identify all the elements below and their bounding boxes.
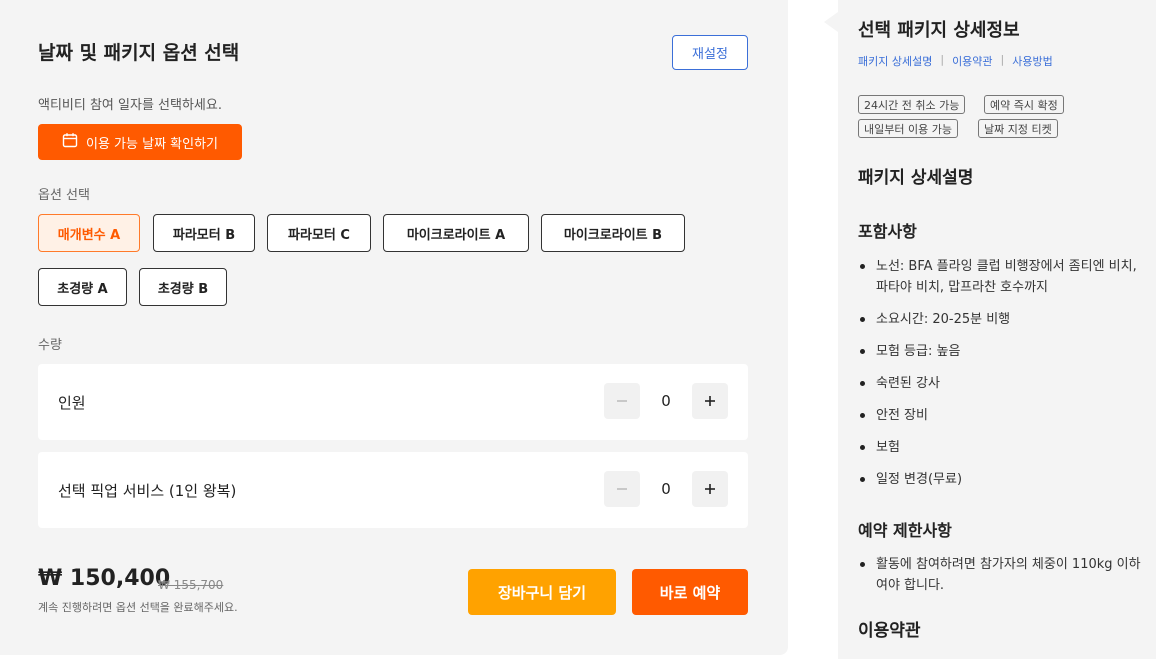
restrictions-list: 활동에 참여하려면 참가자의 체중이 110kg 이하여야 합니다. [858, 554, 1143, 596]
date-hint: 액티비티 참여 일자를 선택하세요. [38, 98, 222, 113]
link-terms[interactable]: 이용약관 [952, 53, 992, 69]
quantity-section-label: 수량 [38, 338, 62, 353]
terms-heading: 이용약관 [858, 621, 921, 641]
feature-tag: 24시간 전 취소 가능 [858, 95, 966, 114]
detail-links: 패키지 상세설명 | 이용약관 | 사용방법 [858, 53, 1053, 69]
package-heading: 패키지 상세설명 [858, 168, 974, 188]
link-separator: | [1000, 53, 1005, 66]
detail-panel: 선택 패키지 상세정보 패키지 상세설명 | 이용약관 | 사용방법 24시간 … [838, 0, 1156, 659]
panel-notch [824, 12, 838, 32]
plus-icon [705, 484, 715, 494]
option-button[interactable]: 파라모터 B [153, 214, 255, 252]
option-section-label: 옵션 선택 [38, 188, 90, 203]
option-button[interactable]: 매개변수 A [38, 214, 140, 252]
list-item: 숙련된 강사 [858, 373, 1143, 394]
price-note: 계속 진행하려면 옵션 선택을 완료해주세요. [38, 601, 238, 614]
list-item: 보험 [858, 437, 1143, 458]
feature-tag: 날짜 지정 티켓 [978, 119, 1058, 138]
list-item: 일정 변경(무료) [858, 469, 1143, 490]
check-dates-label: 이용 가능 날짜 확인하기 [86, 136, 218, 152]
decrement-button[interactable] [604, 471, 640, 507]
book-now-button[interactable]: 바로 예약 [632, 569, 748, 615]
includes-list: 노선: BFA 플라잉 클럽 비행장에서 좀티엔 비치, 파타야 비치, 맙프라… [858, 256, 1143, 490]
decrement-button[interactable] [604, 383, 640, 419]
quantity-value: 0 [661, 480, 671, 498]
quantity-value: 0 [661, 392, 671, 410]
minus-icon [617, 400, 627, 402]
link-usage[interactable]: 사용방법 [1012, 53, 1052, 69]
increment-button[interactable] [692, 471, 728, 507]
add-to-cart-button[interactable]: 장바구니 담기 [468, 569, 616, 615]
quantity-label: 선택 픽업 서비스 (1인 왕복) [58, 482, 237, 500]
total-price: ₩ 150,400 [38, 566, 171, 591]
booking-panel: 날짜 및 패키지 옵션 선택 재설정 액티비티 참여 일자를 선택하세요. 이용… [0, 0, 788, 655]
quantity-row-people: 인원 0 [38, 364, 748, 440]
option-button[interactable]: 초경량 A [38, 268, 127, 306]
reset-button[interactable]: 재설정 [672, 35, 748, 70]
list-item: 소요시간: 20-25분 비행 [858, 309, 1143, 330]
check-dates-button[interactable]: 이용 가능 날짜 확인하기 [38, 124, 242, 160]
original-price: ₩ 155,700 [158, 578, 224, 592]
list-item: 활동에 참여하려면 참가자의 체중이 110kg 이하여야 합니다. [858, 554, 1143, 596]
option-button[interactable]: 마이크로라이트 A [383, 214, 529, 252]
option-button[interactable]: 파라모터 C [267, 214, 371, 252]
increment-button[interactable] [692, 383, 728, 419]
detail-title: 선택 패키지 상세정보 [858, 20, 1020, 41]
feature-tag: 예약 즉시 확정 [984, 95, 1064, 114]
minus-icon [617, 488, 627, 490]
calendar-icon [62, 132, 78, 152]
list-item: 모험 등급: 높음 [858, 341, 1143, 362]
list-item: 안전 장비 [858, 405, 1143, 426]
option-button[interactable]: 초경량 B [139, 268, 227, 306]
restrictions-heading: 예약 제한사항 [858, 521, 952, 540]
booking-title: 날짜 및 패키지 옵션 선택 [38, 42, 240, 64]
plus-icon [705, 396, 715, 406]
list-item: 노선: BFA 플라잉 클럽 비행장에서 좀티엔 비치, 파타야 비치, 맙프라… [858, 256, 1143, 298]
option-button[interactable]: 마이크로라이트 B [541, 214, 685, 252]
link-package-detail[interactable]: 패키지 상세설명 [858, 53, 932, 69]
link-separator: | [940, 53, 945, 66]
feature-tag: 내일부터 이용 가능 [858, 119, 958, 138]
includes-heading: 포함사항 [858, 222, 917, 241]
quantity-label: 인원 [58, 394, 86, 412]
quantity-row-pickup: 선택 픽업 서비스 (1인 왕복) 0 [38, 452, 748, 528]
